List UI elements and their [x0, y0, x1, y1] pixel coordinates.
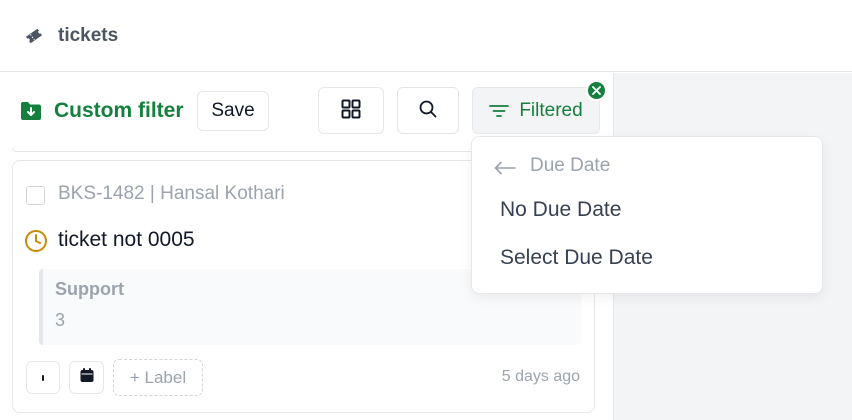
meta-separator: | — [149, 183, 155, 204]
priority-button[interactable] — [26, 361, 60, 394]
filter-button[interactable]: Filtered — [472, 87, 600, 134]
ticket-title[interactable]: ticket not 0005 — [58, 228, 195, 252]
clock-icon — [24, 229, 48, 253]
ticket-id: BKS-1482 — [58, 183, 145, 204]
filter-lines-icon — [489, 103, 510, 119]
search-icon — [419, 100, 437, 121]
search-button[interactable] — [397, 87, 459, 134]
clear-filter-button[interactable] — [586, 80, 607, 101]
grid-icon — [341, 99, 361, 122]
custom-filter-label: Custom filter — [54, 99, 184, 122]
dropdown-back-button[interactable]: Due Date — [494, 155, 610, 177]
dropdown-header: Due Date — [530, 155, 611, 176]
ticket-meta: BKS-1482 | Hansal Kothari — [58, 183, 285, 205]
ticket-select-checkbox[interactable] — [26, 186, 45, 205]
page-title: tickets — [58, 24, 119, 46]
arrow-left-icon — [494, 159, 516, 175]
ticket-tag-icon — [24, 25, 46, 47]
ticket-age: 5 days ago — [501, 368, 580, 385]
custom-filter-selector[interactable]: Custom filter — [20, 99, 184, 123]
folder-download-icon — [20, 100, 42, 122]
save-filter-button[interactable]: Save — [197, 91, 269, 131]
due-date-button[interactable] — [69, 361, 104, 394]
add-label-button[interactable]: + Label — [113, 359, 203, 396]
close-icon — [592, 82, 601, 100]
priority-dot-icon — [40, 369, 46, 387]
ticket-assignee: Hansal Kothari — [160, 183, 285, 204]
dropdown-item-select-due-date[interactable]: Select Due Date — [500, 246, 653, 270]
app-header: tickets — [0, 0, 852, 72]
view-toggle-button[interactable] — [318, 87, 384, 134]
custom-field-value: 3 — [55, 310, 66, 330]
calendar-icon — [79, 367, 95, 388]
filter-button-label: Filtered — [519, 99, 583, 121]
page: tickets Custom filter Save Filtered BKS-… — [0, 0, 852, 420]
dropdown-item-no-due-date[interactable]: No Due Date — [500, 198, 621, 222]
